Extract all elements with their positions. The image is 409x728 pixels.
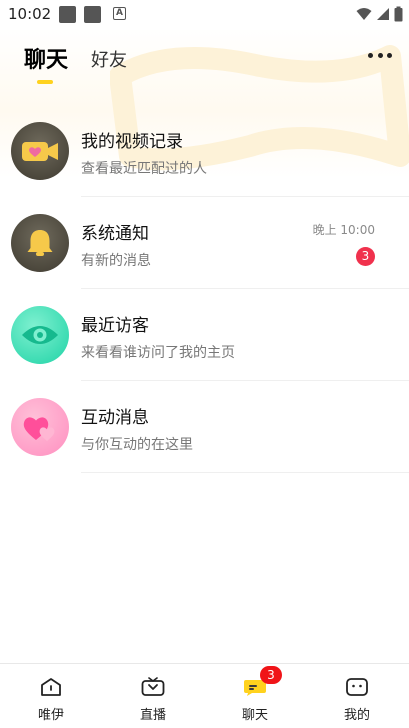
nav-chat[interactable]: 聊天 xyxy=(204,664,306,728)
signal-icon xyxy=(377,8,389,20)
list-item-subtitle: 有新的消息 xyxy=(81,253,151,269)
dot-icon xyxy=(387,52,392,58)
list-item-title: 互动消息 xyxy=(81,408,149,428)
nav-label: 我的 xyxy=(343,708,370,723)
app-notification-icon: A xyxy=(113,7,126,20)
live-icon xyxy=(141,677,165,696)
tab-friends[interactable]: 好友 xyxy=(91,46,127,72)
nav-chat-badge: 3 xyxy=(260,666,282,684)
profile-icon xyxy=(346,678,368,696)
list-item-subtitle: 来看看谁访问了我的主页 xyxy=(81,345,235,361)
unread-badge: 3 xyxy=(356,247,375,266)
nav-live[interactable]: 直播 xyxy=(102,664,204,728)
nav-label: 唯伊 xyxy=(37,708,64,723)
list-item-title: 系统通知 xyxy=(81,224,149,244)
dot-icon xyxy=(377,52,383,58)
bell-icon xyxy=(11,214,69,272)
dot-icon xyxy=(368,52,373,58)
list-item-subtitle: 与你互动的在这里 xyxy=(81,437,193,453)
list-item-title: 我的视频记录 xyxy=(81,132,183,152)
active-tab-indicator xyxy=(37,80,53,84)
status-indicators xyxy=(356,6,403,22)
notification-icon xyxy=(84,6,101,23)
hearts-icon xyxy=(11,398,69,456)
bottom-nav: 唯伊 直播 聊天 3 我的 xyxy=(0,663,409,728)
list-item-subtitle: 查看最近匹配过的人 xyxy=(81,161,207,177)
header-tabs: 聊天 好友 xyxy=(0,28,409,86)
wifi-icon xyxy=(356,8,372,20)
nav-home[interactable]: 唯伊 xyxy=(0,664,102,728)
divider xyxy=(81,472,409,473)
tab-chat[interactable]: 聊天 xyxy=(24,42,68,74)
nav-label: 聊天 xyxy=(241,708,268,723)
notification-icon xyxy=(59,6,76,23)
list-item-title: 最近访客 xyxy=(81,316,149,336)
home-icon xyxy=(41,678,61,696)
list-item-system-notifications[interactable]: 系统通知 晚上 10:00 有新的消息 3 xyxy=(0,197,409,289)
battery-icon xyxy=(394,6,403,22)
list-item-interaction-messages[interactable]: 互动消息 与你互动的在这里 xyxy=(0,381,409,473)
status-bar: 10:02 A xyxy=(0,0,409,28)
video-camera-heart-icon xyxy=(11,122,69,180)
list-item-recent-visitors[interactable]: 最近访客 来看看谁访问了我的主页 xyxy=(0,289,409,381)
list-item-video-records[interactable]: 我的视频记录 查看最近匹配过的人 xyxy=(0,105,409,197)
list-item-time: 晚上 10:00 xyxy=(312,223,375,237)
more-options-button[interactable] xyxy=(365,46,395,64)
nav-label: 直播 xyxy=(139,708,166,723)
status-time: 10:02 xyxy=(8,5,52,23)
eye-icon xyxy=(11,306,69,364)
nav-profile[interactable]: 我的 xyxy=(306,664,408,728)
